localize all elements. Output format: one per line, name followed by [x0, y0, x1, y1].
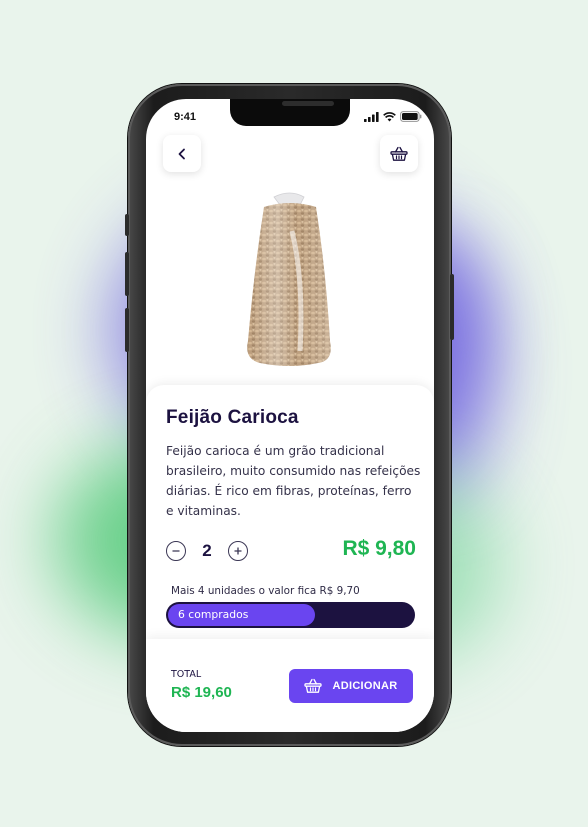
- decrease-quantity-button[interactable]: [166, 541, 186, 561]
- volume-up-button: [125, 252, 129, 296]
- cart-button[interactable]: [380, 135, 418, 172]
- power-button: [450, 274, 454, 340]
- minus-icon: [172, 550, 180, 552]
- product-title: Feijão Carioca: [166, 407, 299, 428]
- total-value: R$ 19,60: [171, 684, 232, 701]
- basket-icon: [390, 146, 408, 161]
- volume-down-button: [125, 308, 129, 352]
- mute-switch: [125, 214, 129, 236]
- status-icons: [364, 111, 422, 122]
- signal-icon: [364, 111, 379, 122]
- wifi-icon: [383, 111, 396, 121]
- purchase-progress-bar: 6 comprados: [166, 602, 415, 628]
- speaker: [282, 101, 334, 106]
- product-details-card: Feijão Carioca Feijão carioca é um grão …: [146, 385, 434, 655]
- battery-icon: [400, 111, 422, 122]
- promo-text: Mais 4 unidades o valor fica R$ 9,70: [171, 585, 360, 597]
- purchase-progress-label: 6 comprados: [178, 608, 249, 621]
- product-image: [247, 192, 331, 366]
- increase-quantity-button[interactable]: [228, 541, 248, 561]
- back-button[interactable]: [163, 135, 201, 172]
- add-to-cart-label: ADICIONAR: [332, 680, 398, 692]
- add-to-cart-button[interactable]: ADICIONAR: [289, 669, 413, 703]
- quantity-stepper: 2: [166, 541, 248, 561]
- unit-price: R$ 9,80: [342, 537, 416, 560]
- product-description: Feijão carioca é um grão tradicional bra…: [166, 444, 421, 518]
- phone-screen: 9:41 Feijão Carioca Feijão carioca é um …: [146, 99, 434, 732]
- footer-bar: TOTAL R$ 19,60 ADICIONAR: [146, 639, 434, 732]
- status-time: 9:41: [174, 111, 197, 123]
- basket-icon: [304, 678, 323, 693]
- total-label: TOTAL: [171, 669, 202, 680]
- phone-frame: 9:41 Feijão Carioca Feijão carioca é um …: [125, 84, 454, 746]
- back-icon: [178, 148, 185, 159]
- quantity-value: 2: [202, 541, 212, 560]
- plus-icon: [234, 547, 242, 555]
